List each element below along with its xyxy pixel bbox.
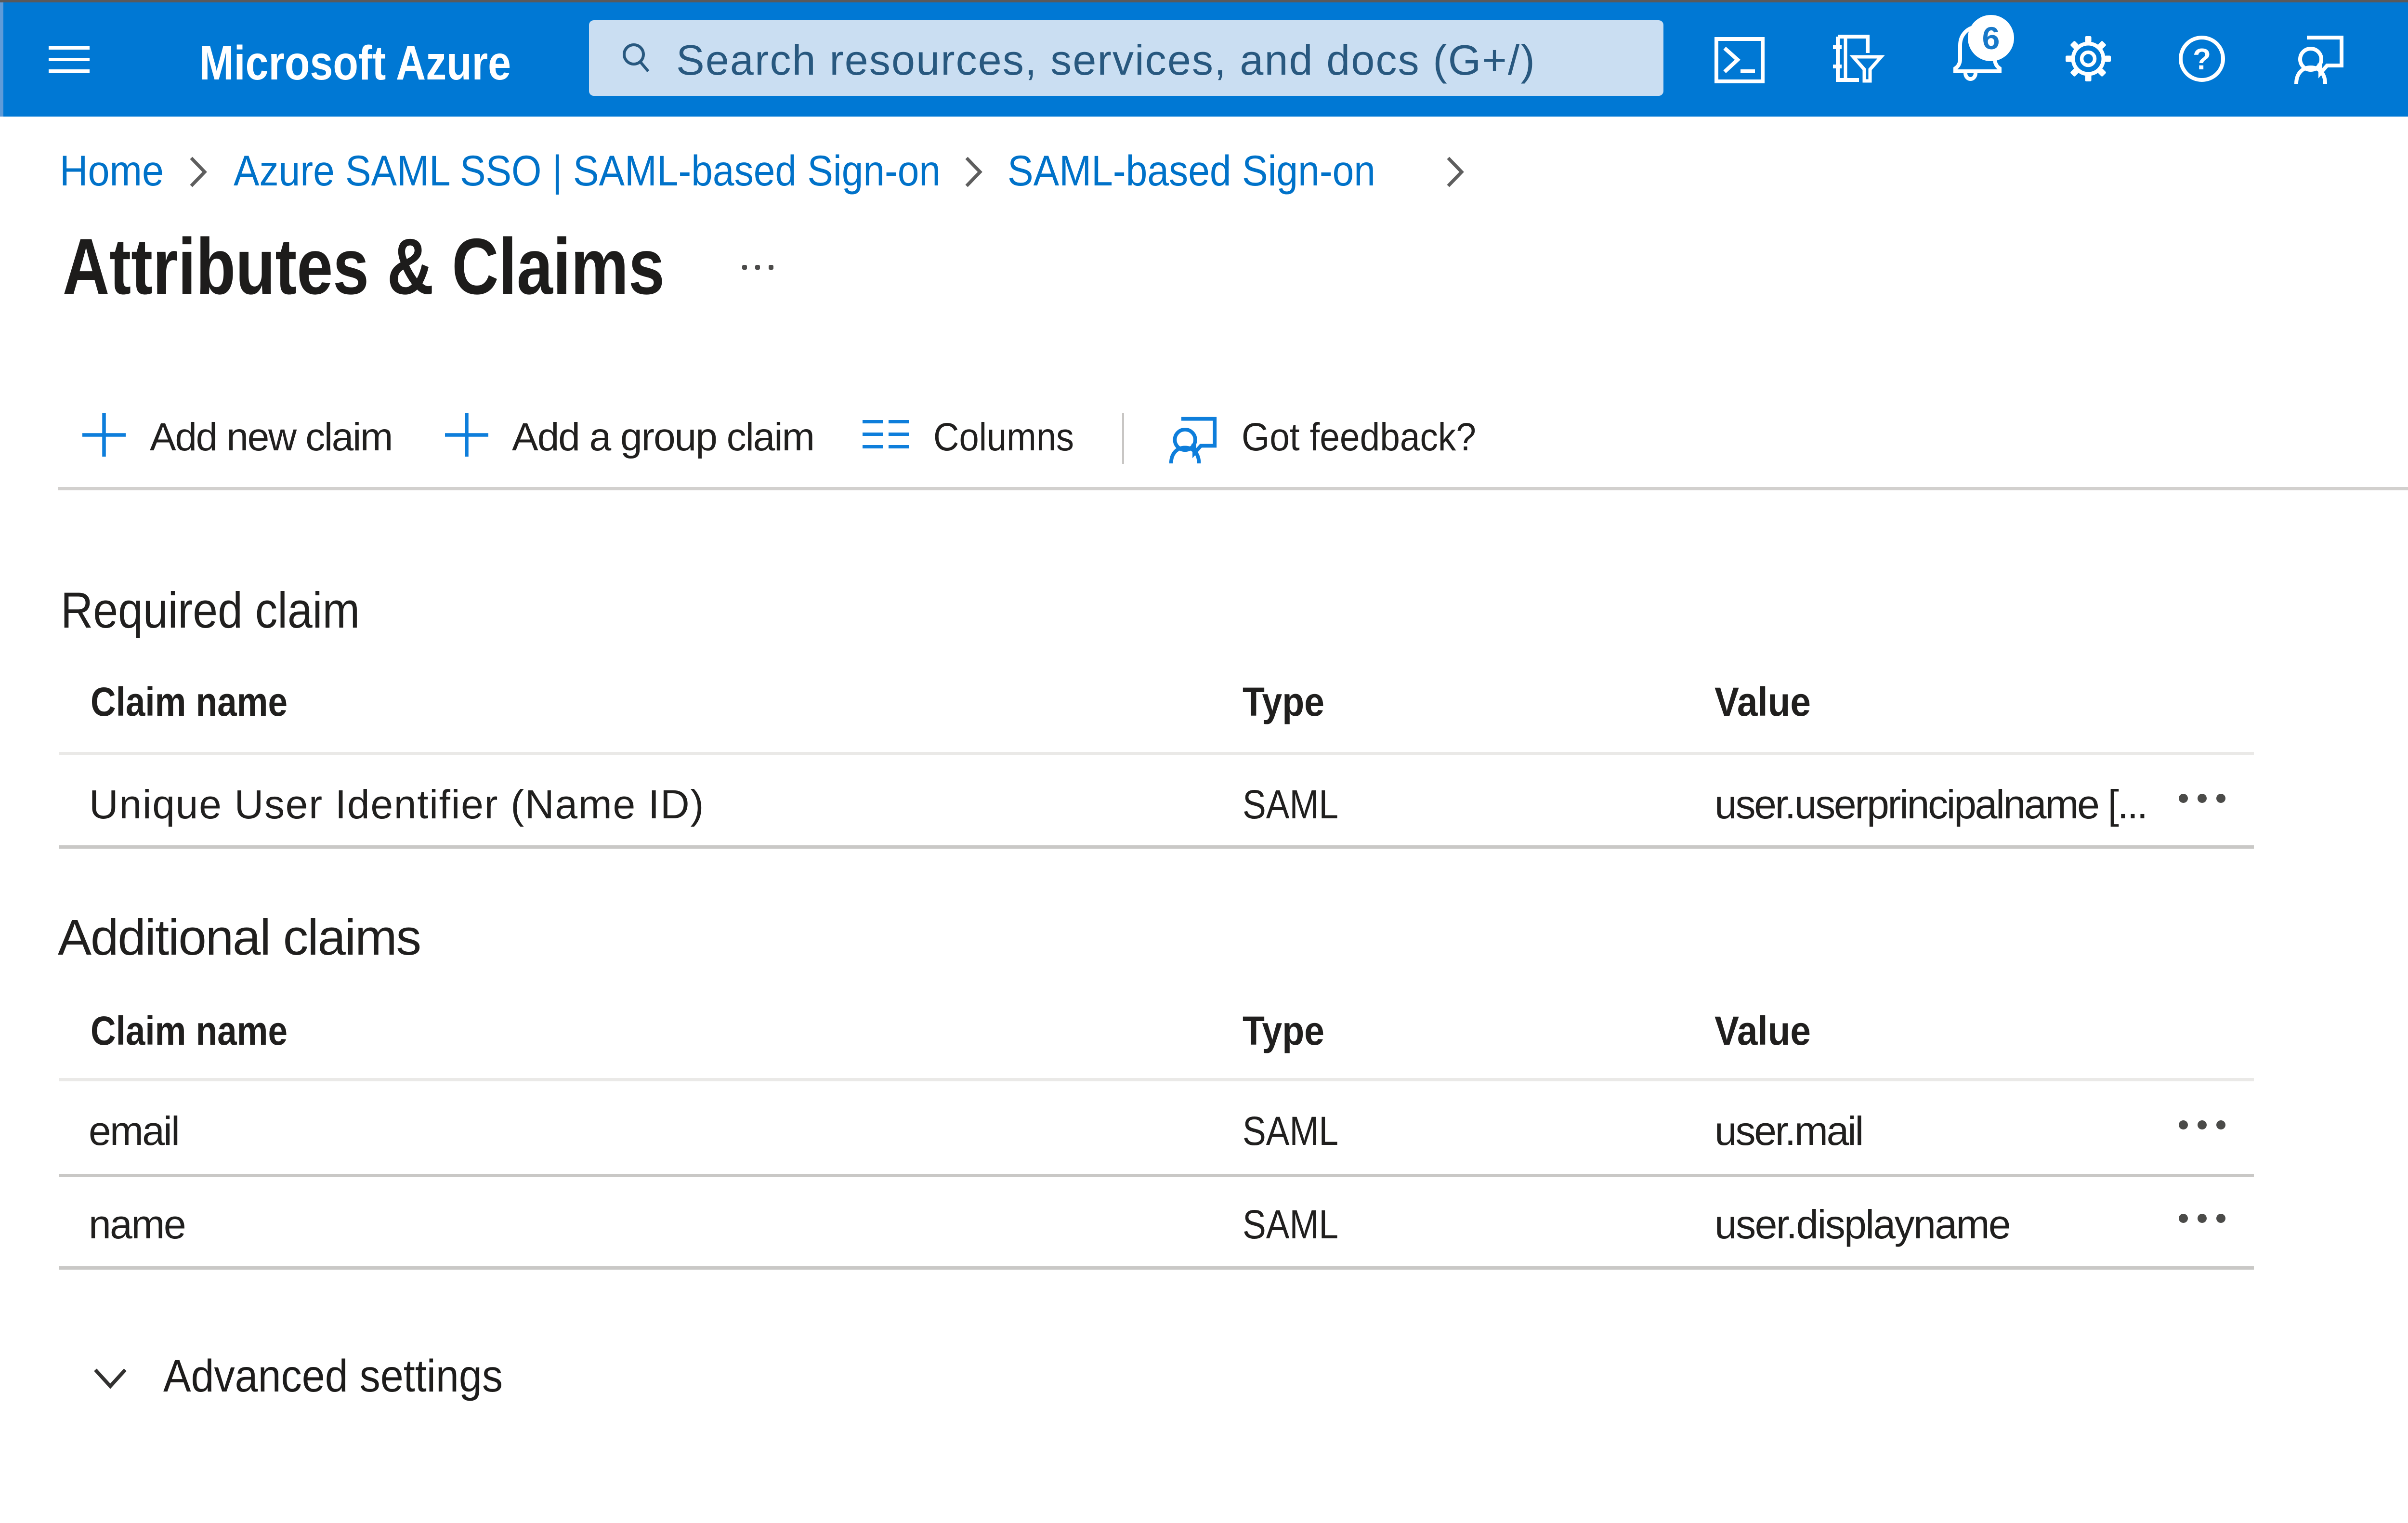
svg-text:6: 6 [1982,20,2000,56]
svg-text:?: ? [2193,43,2211,76]
